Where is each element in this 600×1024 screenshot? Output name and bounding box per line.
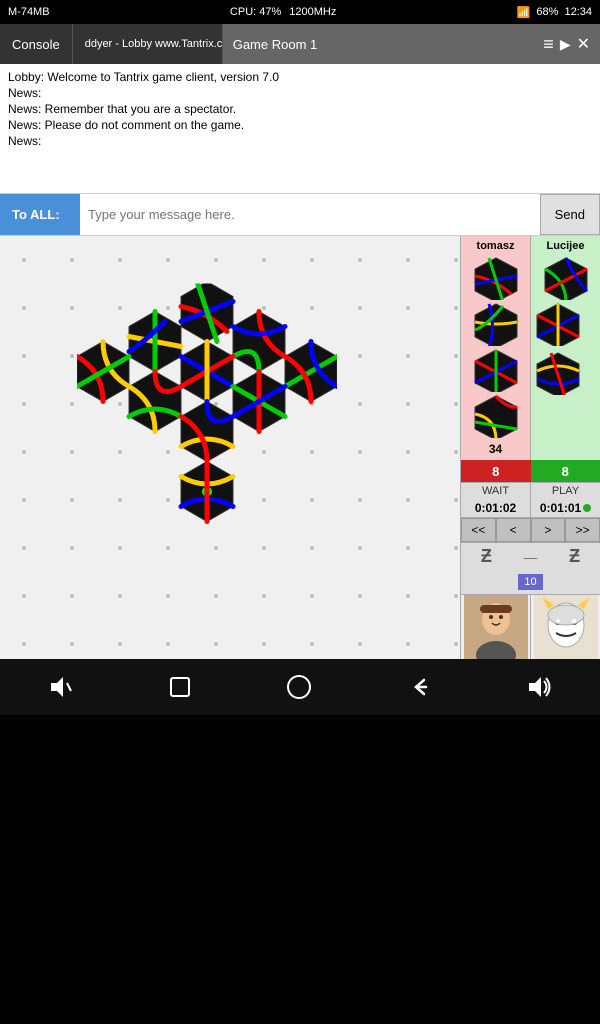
cpu-label: CPU: 47% bbox=[230, 6, 281, 18]
chat-area: Lobby: Welcome to Tantrix game client, v… bbox=[0, 64, 600, 194]
square-button[interactable] bbox=[168, 675, 192, 699]
volume-down-button[interactable] bbox=[47, 673, 75, 701]
status-bar: M-74MB CPU: 47% 1200MHz 📶 68% 12:34 bbox=[0, 0, 600, 24]
chat-line-4: News: bbox=[8, 134, 592, 148]
message-to-label: To ALL: bbox=[0, 194, 80, 235]
player-2-tile-2 bbox=[533, 302, 583, 346]
avatar-row bbox=[461, 594, 600, 659]
home-button[interactable] bbox=[286, 674, 312, 700]
player-1-col: tomasz bbox=[461, 236, 531, 460]
player-1-avatar bbox=[461, 595, 531, 659]
chat-line-0: Lobby: Welcome to Tantrix game client, v… bbox=[8, 70, 592, 84]
tab-console[interactable]: Console bbox=[0, 24, 73, 64]
move-counter-wrapper: 10 bbox=[461, 570, 600, 594]
tab-gameroom-label: Game Room 1 bbox=[233, 37, 318, 52]
tab-bar: Console ddyer - Lobby www.Tantrix.com Ga… bbox=[0, 24, 600, 64]
nav-prev-button[interactable]: < bbox=[496, 518, 531, 542]
volume-up-button[interactable] bbox=[525, 673, 553, 701]
wifi-icon: 📶 bbox=[517, 6, 531, 19]
player-2-dot bbox=[533, 302, 598, 400]
chat-line-1: News: bbox=[8, 86, 592, 100]
z-symbol-left: Ƶ bbox=[481, 546, 492, 567]
battery-label: 68% bbox=[536, 6, 558, 18]
z-symbol-right: Ƶ bbox=[569, 546, 580, 567]
player-2-col: Lucijee bbox=[531, 236, 600, 460]
z-dash: — bbox=[523, 549, 537, 565]
nav-last-button[interactable]: >> bbox=[565, 518, 600, 542]
player-2-avatar bbox=[531, 595, 600, 659]
nav-row: << < > >> bbox=[461, 517, 600, 542]
player-1-avatar-img bbox=[464, 595, 528, 659]
player-2-name: Lucijee bbox=[547, 240, 585, 252]
chat-line-2: News: Remember that you are a spectator. bbox=[8, 102, 592, 116]
player-1-name: tomasz bbox=[477, 240, 515, 252]
tab-console-label: Console bbox=[12, 37, 60, 52]
right-panel: tomasz bbox=[460, 236, 600, 659]
player-1-status: WAIT bbox=[461, 483, 531, 499]
status-row: WAIT PLAY bbox=[461, 482, 600, 499]
tab-lobby-label: ddyer - Lobby www.Tantrix.com bbox=[85, 38, 223, 50]
tab-lobby[interactable]: ddyer - Lobby www.Tantrix.com bbox=[73, 24, 223, 64]
close-icon[interactable]: ✕ bbox=[577, 34, 590, 54]
player-1-tile-4 bbox=[471, 394, 521, 438]
board-area bbox=[0, 236, 460, 659]
player-1-score: 34 bbox=[489, 442, 502, 456]
freq-label: 1200MHz bbox=[289, 6, 336, 18]
message-input[interactable] bbox=[80, 194, 540, 235]
time-label: 12:34 bbox=[564, 6, 592, 18]
player-2-tile-1 bbox=[541, 256, 591, 300]
player-1-badge: 8 bbox=[461, 460, 531, 482]
player-1-tiles bbox=[471, 256, 521, 438]
player-2-timer: 0:01:01 bbox=[531, 499, 600, 517]
player-2-badge: 8 bbox=[531, 460, 600, 482]
back-button[interactable] bbox=[406, 674, 432, 700]
more-icon[interactable]: ▶ bbox=[560, 36, 571, 53]
z-symbols-row: Ƶ — Ƶ bbox=[461, 542, 600, 570]
menu-icon[interactable]: ≡ bbox=[543, 34, 554, 55]
message-bar: To ALL: Send bbox=[0, 194, 600, 236]
players-row: tomasz bbox=[461, 236, 600, 460]
timer-row: 0:01:02 0:01:01 bbox=[461, 499, 600, 517]
score-row: 8 8 bbox=[461, 460, 600, 482]
chat-line-3: News: Please do not comment on the game. bbox=[8, 118, 592, 132]
player-1-tile-2 bbox=[471, 302, 521, 346]
tantrix-board bbox=[77, 284, 337, 569]
nav-next-button[interactable]: > bbox=[531, 518, 566, 542]
player-2-status: PLAY bbox=[531, 483, 600, 499]
game-area: tomasz bbox=[0, 236, 600, 659]
player-1-timer: 0:01:02 bbox=[461, 499, 531, 517]
player-1-tile-1 bbox=[471, 256, 521, 300]
player-2-tiles bbox=[533, 256, 598, 400]
move-counter: 10 bbox=[518, 574, 542, 590]
memory-label: M-74MB bbox=[8, 6, 50, 18]
tab-gameroom[interactable]: Game Room 1 ≡ ▶ ✕ bbox=[223, 24, 600, 64]
player-1-tile-3 bbox=[471, 348, 521, 392]
player-2-avatar-img bbox=[534, 595, 598, 659]
nav-first-button[interactable]: << bbox=[461, 518, 496, 542]
bottom-nav bbox=[0, 659, 600, 715]
player-2-tile-3 bbox=[533, 351, 583, 395]
send-button[interactable]: Send bbox=[540, 194, 600, 235]
timer-dot bbox=[583, 504, 591, 512]
